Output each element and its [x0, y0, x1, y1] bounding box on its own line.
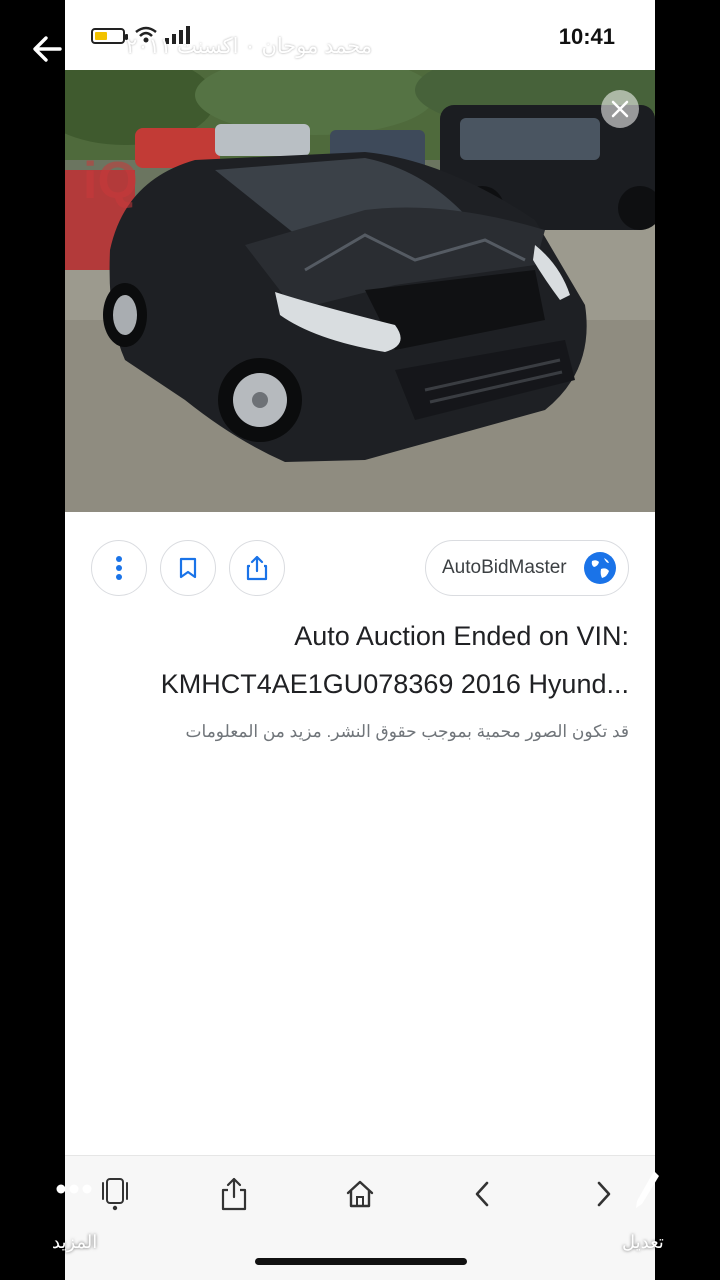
forward-nav-button[interactable] — [584, 1174, 624, 1214]
bookmark-button[interactable] — [160, 540, 216, 596]
more-options-button[interactable] — [91, 540, 147, 596]
result-title-line-2: KMHCT4AE1GU078369 2016 Hyund... — [160, 669, 629, 699]
arrow-left-icon[interactable] — [30, 32, 64, 66]
edit-label[interactable]: تعديل — [622, 1232, 664, 1253]
tabs-icon — [102, 1178, 128, 1211]
copyright-note[interactable]: قد تكون الصور محمية بموجب حقوق النشر. مز… — [186, 722, 629, 742]
source-site-button[interactable]: AutoBidMaster — [425, 540, 629, 596]
more-label[interactable]: المزيد — [52, 1232, 97, 1253]
chevron-right-icon — [597, 1181, 611, 1207]
chevron-left-icon — [475, 1181, 489, 1207]
more-vert-icon — [116, 556, 122, 580]
close-icon — [611, 100, 629, 118]
more-dots-icon[interactable] — [56, 1183, 96, 1195]
phone-screen: 10:41 iQ AutoBidMaster Auto Auction Ende… — [65, 0, 655, 1280]
svg-text:iQ: iQ — [83, 152, 138, 210]
bookmark-icon — [179, 557, 197, 579]
tabs-button[interactable] — [95, 1174, 135, 1214]
home-icon — [346, 1180, 374, 1208]
chat-title: محمد موحان ٠ اكسنت ٢٠١١ — [126, 35, 373, 58]
source-site-name: AutoBidMaster — [442, 557, 567, 578]
back-nav-button[interactable] — [462, 1174, 502, 1214]
home-indicator — [255, 1258, 467, 1265]
battery-icon — [91, 28, 128, 44]
share-icon — [221, 1177, 247, 1211]
result-image[interactable]: iQ — [65, 70, 655, 512]
home-button[interactable] — [340, 1174, 380, 1214]
result-title-line-1: Auto Auction Ended on VIN: — [294, 621, 629, 651]
share-page-button[interactable] — [214, 1174, 254, 1214]
result-actions: AutoBidMaster — [65, 512, 655, 612]
result-title[interactable]: Auto Auction Ended on VIN: KMHCT4AE1GU07… — [69, 612, 629, 708]
share-icon — [246, 555, 268, 581]
pen-icon[interactable] — [632, 1168, 662, 1212]
share-button[interactable] — [229, 540, 285, 596]
globe-icon — [584, 552, 616, 584]
close-button[interactable] — [601, 90, 639, 128]
status-time: 10:41 — [558, 24, 615, 49]
